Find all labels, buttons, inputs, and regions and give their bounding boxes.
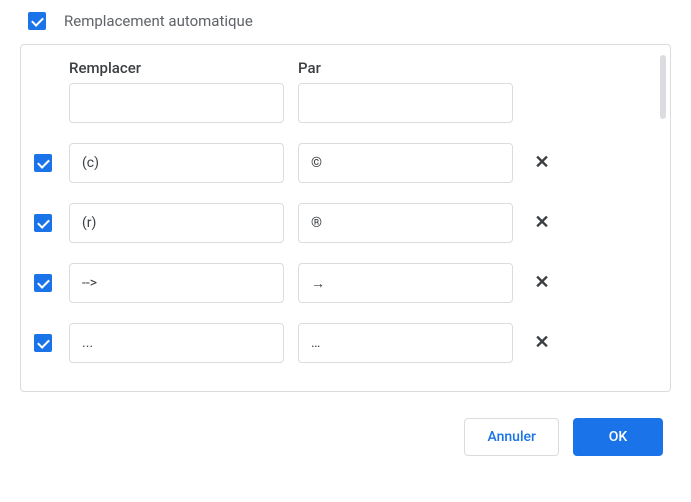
close-icon[interactable]: ✕ [534,334,549,352]
replace-input[interactable] [69,263,284,303]
with-input[interactable] [298,203,513,243]
auto-replace-label: Remplacement automatique [64,12,253,30]
with-input[interactable] [298,143,513,183]
row-checkbox[interactable] [34,274,52,292]
ok-button[interactable]: OK [573,418,663,456]
column-header-replace: Remplacer [69,59,284,77]
replace-input[interactable] [69,143,284,183]
cancel-button[interactable]: Annuler [464,418,559,456]
with-input[interactable] [298,83,513,123]
close-icon[interactable]: ✕ [534,214,549,232]
column-header-with: Par [298,59,513,77]
row-checkbox[interactable] [34,334,52,352]
with-input[interactable] [298,263,513,303]
replace-input[interactable] [69,83,284,123]
replace-input[interactable] [69,203,284,243]
row-checkbox[interactable] [34,214,52,232]
substitutions-panel: Remplacer Par ✕ [20,44,671,392]
replace-input[interactable] [69,323,284,363]
table-row: ✕ [31,263,660,303]
close-icon[interactable]: ✕ [534,154,549,172]
table-row [31,83,660,123]
table-row: ✕ [31,143,660,183]
close-icon[interactable]: ✕ [534,274,549,292]
with-input[interactable] [298,323,513,363]
auto-replace-checkbox[interactable] [28,12,46,30]
row-checkbox[interactable] [34,154,52,172]
scrollbar[interactable] [660,55,666,119]
table-row: ✕ [31,203,660,243]
table-row: ✕ [31,323,660,363]
